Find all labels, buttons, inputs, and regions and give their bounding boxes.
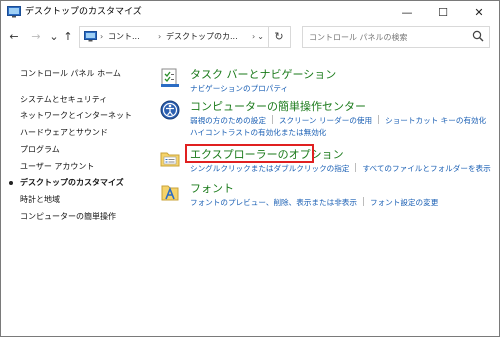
search-input[interactable]	[309, 30, 459, 44]
link-show-all-files-folders[interactable]: すべてのファイルとフォルダーを表示	[362, 164, 490, 173]
sidebar-item-network-internet[interactable]: ネットワークとインターネット	[20, 108, 150, 125]
category-links-taskbar: ナビゲーションのプロパティ	[190, 83, 288, 95]
folder-options-icon	[160, 152, 180, 167]
breadcrumb-desktop-customization[interactable]: デスクトップのカ...	[166, 30, 238, 43]
close-button[interactable]: ✕	[461, 1, 497, 23]
category-links-fonts: フォントのプレビュー、削除、表示または非表示 フォント設定の変更	[190, 197, 438, 209]
sidebar-item-control-panel-home[interactable]: コントロール パネル ホーム	[20, 66, 150, 83]
search-icon[interactable]	[472, 30, 484, 42]
minimize-button[interactable]: —	[389, 1, 425, 23]
category-links-ease-of-access-row2: ハイコントラストの有効化または無効化	[190, 127, 326, 139]
link-navigation-properties[interactable]: ナビゲーションのプロパティ	[190, 84, 288, 93]
ease-of-access-icon	[160, 100, 180, 120]
sidebar-item-clock-region[interactable]: 時計と地域	[20, 192, 150, 209]
control-panel-icon	[7, 6, 21, 18]
breadcrumb-control-panel[interactable]: コント...	[108, 30, 140, 43]
control-panel-icon	[84, 31, 97, 42]
highlight-annotation	[185, 144, 314, 163]
search-box[interactable]	[302, 26, 490, 48]
address-dropdown-button[interactable]: ⌄	[257, 30, 264, 43]
close-icon: ✕	[474, 5, 484, 19]
link-separator	[355, 163, 357, 172]
sidebar-item-user-accounts[interactable]: ユーザー アカウント	[20, 159, 150, 176]
link-single-or-double-click[interactable]: シングルクリックまたはダブルクリックの指定	[190, 164, 349, 173]
category-links-file-explorer-options: シングルクリックまたはダブルクリックの指定 すべてのファイルとフォルダーを表示	[190, 163, 491, 175]
link-high-contrast-toggle[interactable]: ハイコントラストの有効化または無効化	[190, 128, 326, 137]
sidebar-item-hardware-sound[interactable]: ハードウェアとサウンド	[20, 125, 150, 142]
link-enable-shortcut-keys[interactable]: ショートカット キーの有効化	[385, 116, 486, 125]
recent-locations-button[interactable]: ⌄	[47, 29, 61, 45]
category-title-ease-of-access[interactable]: コンピューターの簡単操作センター	[190, 100, 366, 114]
maximize-icon: ☐	[438, 5, 448, 19]
category-links-ease-of-access: 弱視の方のための設定 スクリーン リーダーの使用 ショートカット キーの有効化	[190, 115, 486, 127]
sidebar: コントロール パネル ホーム システムとセキュリティ ネットワークとインターネッ…	[9, 66, 150, 226]
refresh-button[interactable]: ↻	[268, 27, 289, 47]
taskbar-icon	[161, 68, 179, 87]
title-bar: デスクトップのカスタマイズ — ☐ ✕	[1, 1, 499, 23]
link-separator	[362, 197, 364, 206]
sidebar-item-desktop-customization[interactable]: デスクトップのカスタマイズ	[9, 175, 150, 192]
up-button[interactable]: ↑	[61, 29, 75, 45]
forward-button[interactable]: →	[29, 29, 43, 45]
sidebar-item-ease-of-access[interactable]: コンピューターの簡単操作	[20, 209, 150, 226]
address-bar[interactable]: › コント... › デスクトップのカ... › ⌄ ↻	[79, 26, 291, 48]
navigation-bar: ← → ⌄ ↑ › コント... › デスクトップのカ... › ⌄ ↻	[1, 26, 499, 48]
breadcrumb-separator: ›	[252, 32, 256, 41]
link-low-vision-settings[interactable]: 弱視の方のための設定	[190, 116, 266, 125]
link-font-settings[interactable]: フォント設定の変更	[370, 198, 438, 207]
category-title-taskbar[interactable]: タスク バーとナビゲーション	[190, 68, 336, 82]
back-button[interactable]: ←	[7, 29, 21, 45]
link-separator	[271, 115, 273, 124]
breadcrumb-separator: ›	[100, 32, 104, 41]
sidebar-item-programs[interactable]: プログラム	[20, 142, 150, 159]
category-title-fonts[interactable]: フォント	[190, 182, 234, 196]
breadcrumb-separator: ›	[158, 32, 162, 41]
maximize-button[interactable]: ☐	[425, 1, 461, 23]
link-font-preview-delete-show-hide[interactable]: フォントのプレビュー、削除、表示または非表示	[190, 198, 357, 207]
window-title: デスクトップのカスタマイズ	[25, 7, 142, 17]
link-use-screen-reader[interactable]: スクリーン リーダーの使用	[279, 116, 372, 125]
link-separator	[378, 115, 380, 124]
sidebar-item-system-security[interactable]: システムとセキュリティ	[20, 92, 150, 109]
minimize-icon: —	[401, 5, 413, 19]
fonts-icon	[161, 185, 179, 201]
